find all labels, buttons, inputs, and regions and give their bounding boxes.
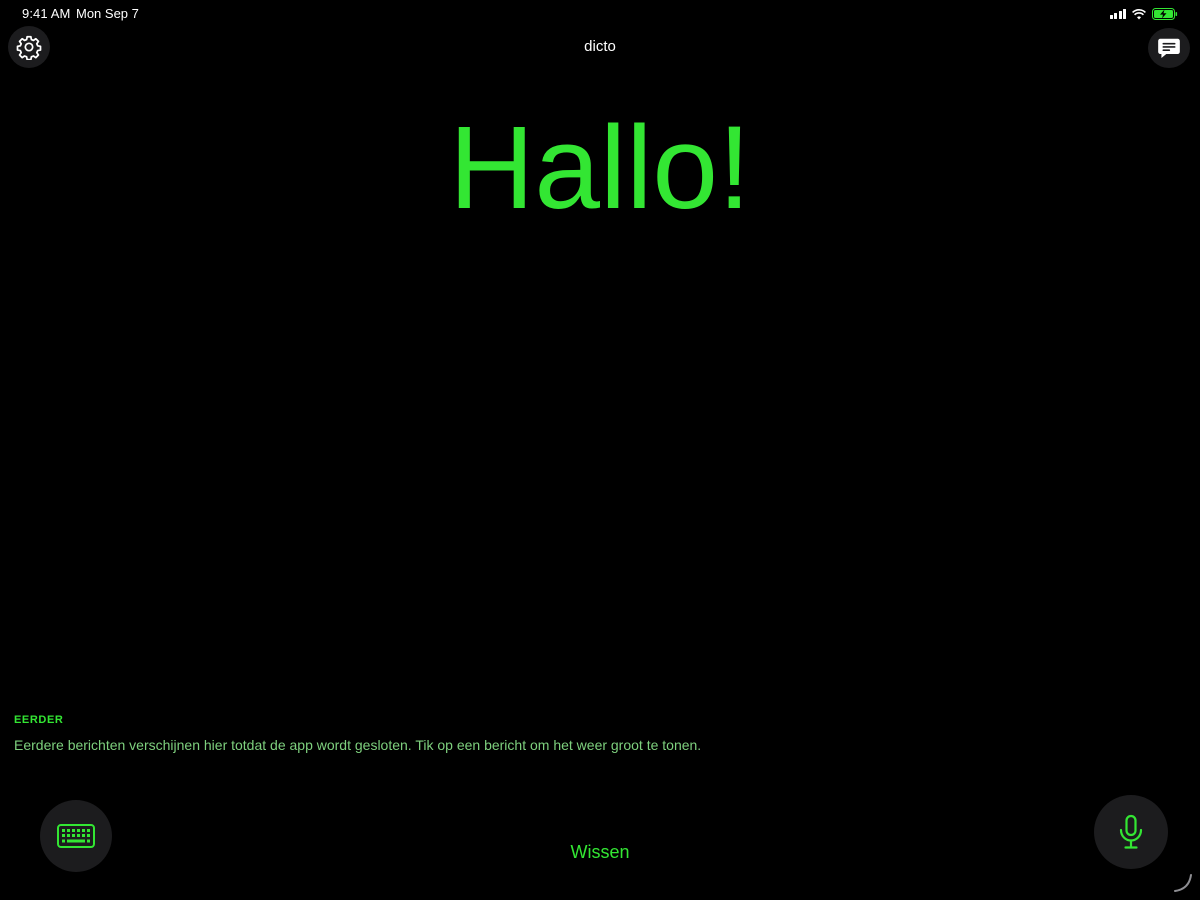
app-screen: 9:41 AM Mon Sep 7 dicto Hallo! EERDER Ee… — [0, 0, 1200, 900]
earlier-description: Eerdere berichten verschijnen hier totda… — [14, 737, 702, 753]
status-time: 9:41 AM — [22, 6, 71, 21]
clear-button-label[interactable]: Wissen — [570, 842, 629, 862]
messages-button[interactable] — [1148, 28, 1190, 68]
earlier-heading: EERDER — [14, 714, 64, 726]
microphone-icon — [1119, 814, 1143, 849]
wifi-icon — [1132, 8, 1146, 19]
current-message[interactable]: Hallo! — [0, 98, 1200, 238]
status-date: Mon Sep 7 — [76, 6, 139, 21]
status-indicators — [1109, 7, 1179, 21]
app-title: dicto — [584, 38, 616, 55]
microphone-button[interactable] — [1094, 795, 1168, 869]
chat-bubble-icon — [1158, 38, 1180, 58]
header: dicto — [0, 26, 1200, 68]
resize-handle-icon[interactable] — [1172, 872, 1194, 894]
battery-charging-icon — [1152, 8, 1178, 20]
status-bar: 9:41 AM Mon Sep 7 — [0, 0, 1200, 28]
cellular-signal-icon — [1109, 9, 1126, 19]
clear-button[interactable]: Wissen — [0, 842, 1200, 863]
